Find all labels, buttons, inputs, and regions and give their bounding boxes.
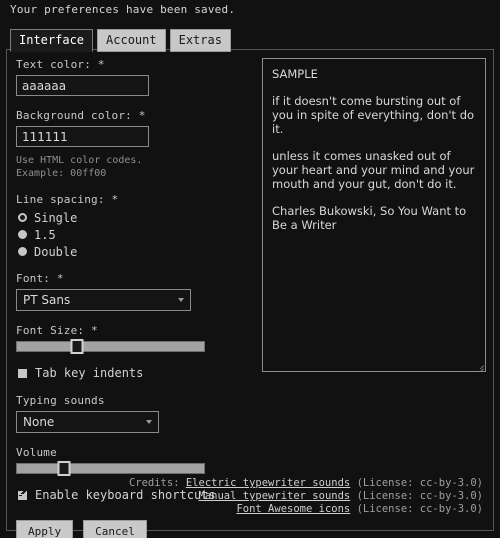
tab-account[interactable]: Account xyxy=(97,29,166,52)
color-hint-line-2: Example: 00ff00 xyxy=(16,168,107,179)
credit-license-3: (License: cc-by-3.0) xyxy=(356,503,483,515)
credits: Credits: Electric typewriter sounds (Lic… xyxy=(129,477,483,516)
sample-preview[interactable]: SAMPLE if it doesn't come bursting out o… xyxy=(262,58,486,372)
line-spacing-radio-group: Single 1.5 Double xyxy=(16,210,256,259)
tab-panel-interface: Text color: * Background color: * Use HT… xyxy=(6,49,494,538)
credit-license-2: (License: cc-by-3.0) xyxy=(356,490,483,502)
cancel-button[interactable]: Cancel xyxy=(83,520,147,538)
radio-label-1-5: 1.5 xyxy=(34,227,56,242)
tab-interface-label: Interface xyxy=(19,33,85,47)
tab-key-indents-checkbox[interactable]: Tab key indents xyxy=(16,365,256,381)
font-select-value: PT Sans xyxy=(23,293,71,307)
apply-button[interactable]: Apply xyxy=(16,520,74,538)
tab-bar: Interface Account Extras xyxy=(10,29,231,52)
background-color-input[interactable] xyxy=(16,126,149,147)
font-select[interactable]: PT Sans xyxy=(16,289,191,311)
chevron-down-icon xyxy=(146,420,152,424)
credit-link-electric-typewriter-sounds[interactable]: Electric typewriter sounds xyxy=(186,477,350,489)
tab-extras-label: Extras xyxy=(178,33,222,47)
font-size-slider[interactable] xyxy=(16,339,205,354)
field-background-color: Background color: * Use HTML color codes… xyxy=(16,109,256,180)
checkbox-checked-icon xyxy=(18,490,27,500)
typing-sounds-label: Typing sounds xyxy=(16,394,105,407)
font-size-label: Font Size: * xyxy=(16,324,98,337)
sample-paragraph-2: unless it comes unasked out of your hear… xyxy=(272,149,475,191)
volume-label: Volume xyxy=(16,446,57,459)
radio-line-spacing-double[interactable]: Double xyxy=(16,244,256,259)
checkbox-unchecked-icon xyxy=(18,368,27,378)
field-text-color: Text color: * xyxy=(16,58,256,96)
typing-sounds-select[interactable]: None xyxy=(16,411,159,433)
volume-slider-thumb[interactable] xyxy=(57,461,71,476)
field-font: Font: * PT Sans xyxy=(16,272,256,311)
tab-key-indents-label: Tab key indents xyxy=(35,366,144,380)
typing-sounds-select-value: None xyxy=(23,415,55,429)
font-size-slider-thumb[interactable] xyxy=(70,339,84,354)
field-typing-sounds: Typing sounds None xyxy=(16,394,256,433)
text-color-input[interactable] xyxy=(16,75,149,96)
font-label: Font: * xyxy=(16,272,64,285)
line-spacing-label: Line spacing: * xyxy=(16,193,119,206)
form-actions: Apply Cancel xyxy=(16,520,256,538)
credits-line-3: Font Awesome icons (License: cc-by-3.0) xyxy=(129,503,483,516)
credits-line-1: Credits: Electric typewriter sounds (Lic… xyxy=(129,477,483,490)
sample-attribution: Charles Bukowski, So You Want to Be a Wr… xyxy=(272,204,467,232)
field-line-spacing: Line spacing: * Single 1.5 Double xyxy=(16,193,256,259)
field-volume: Volume xyxy=(16,446,256,476)
radio-label-single: Single xyxy=(34,210,78,225)
sample-heading: SAMPLE xyxy=(272,67,318,81)
field-tab-key-indents: Tab key indents xyxy=(16,365,256,381)
status-message: Your preferences have been saved. xyxy=(10,3,236,16)
radio-line-spacing-1-5[interactable]: 1.5 xyxy=(16,227,256,242)
credit-link-font-awesome-icons[interactable]: Font Awesome icons xyxy=(236,503,350,515)
tab-account-label: Account xyxy=(106,33,157,47)
credits-lead: Credits: xyxy=(128,477,180,489)
color-hint: Use HTML color codes. Example: 00ff00 xyxy=(16,154,256,180)
field-font-size: Font Size: * xyxy=(16,324,256,354)
resize-handle-icon[interactable] xyxy=(474,360,484,371)
radio-icon-selected xyxy=(18,213,27,222)
credit-license-1: (License: cc-by-3.0) xyxy=(356,477,483,489)
radio-label-double: Double xyxy=(34,244,78,259)
text-color-label: Text color: * xyxy=(16,58,105,71)
tab-extras[interactable]: Extras xyxy=(169,29,231,52)
radio-icon-unselected xyxy=(18,247,27,256)
color-hint-line-1: Use HTML color codes. xyxy=(16,155,143,166)
background-color-label: Background color: * xyxy=(16,109,146,122)
volume-slider[interactable] xyxy=(16,461,205,476)
tab-interface[interactable]: Interface xyxy=(10,29,94,52)
chevron-down-icon xyxy=(178,298,184,302)
preferences-form: Text color: * Background color: * Use HT… xyxy=(16,58,256,538)
credits-line-2: Manual typewriter sounds (License: cc-by… xyxy=(129,490,483,503)
sample-paragraph-1: if it doesn't come bursting out of you i… xyxy=(272,94,475,136)
credit-link-manual-typewriter-sounds[interactable]: Manual typewriter sounds xyxy=(199,490,351,502)
preferences-page: Your preferences have been saved. Interf… xyxy=(0,0,500,538)
radio-line-spacing-single[interactable]: Single xyxy=(16,210,256,225)
radio-icon-unselected xyxy=(18,230,27,239)
